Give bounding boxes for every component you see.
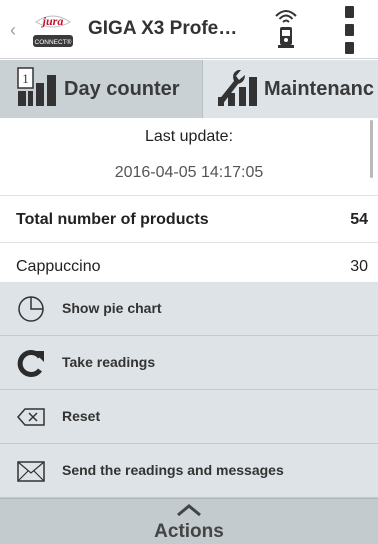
action-label: Take readings xyxy=(62,354,156,370)
actions-label: Actions xyxy=(154,521,224,542)
svg-text:CONNECT®: CONNECT® xyxy=(35,38,72,46)
wifi-device-icon[interactable] xyxy=(273,6,299,50)
wrench-chart-icon xyxy=(214,67,258,112)
app-title: GIGA X3 Profe… xyxy=(88,18,238,39)
take-readings-button[interactable]: Take readings xyxy=(0,336,378,390)
actions-panel: Show pie chart Take readings Reset Send … xyxy=(0,282,378,498)
app-header: ‹ jura CONNECT® GIGA X3 Profe… xyxy=(0,0,378,59)
counter-name: Cappuccino xyxy=(16,258,101,275)
svg-text:jura: jura xyxy=(41,14,64,28)
action-label: Reset xyxy=(62,408,101,424)
counter-row-total: Total number of products 54 xyxy=(0,195,378,243)
counter-content: Last update: 2016-04-05 14:17:05 Total n… xyxy=(0,118,378,282)
pie-chart-icon xyxy=(16,294,46,324)
reset-button[interactable]: Reset xyxy=(0,390,378,444)
jura-connect-logo: jura CONNECT® xyxy=(30,8,76,51)
envelope-icon xyxy=(16,456,46,486)
counter-value: 54 xyxy=(350,211,368,228)
refresh-icon xyxy=(16,348,46,378)
action-label: Show pie chart xyxy=(62,300,162,316)
tab-bar: 1 Day counter Maintenanc xyxy=(0,60,378,118)
tab-day-counter-label: Day counter xyxy=(64,77,180,100)
counter-name: Total number of products xyxy=(16,211,209,228)
more-vertical-icon[interactable] xyxy=(338,6,360,54)
backspace-icon xyxy=(16,402,46,432)
tab-day-counter[interactable]: 1 Day counter xyxy=(0,60,203,118)
show-pie-chart-button[interactable]: Show pie chart xyxy=(0,282,378,336)
send-readings-button[interactable]: Send the readings and messages xyxy=(0,444,378,498)
svg-text:1: 1 xyxy=(22,71,29,86)
chevron-left-icon[interactable]: ‹ xyxy=(10,20,16,41)
action-label: Send the readings and messages xyxy=(62,462,284,478)
tab-maintenance[interactable]: Maintenanc xyxy=(204,60,378,118)
tab-maintenance-label: Maintenanc xyxy=(264,77,375,100)
last-update-value: 2016-04-05 14:17:05 xyxy=(114,164,264,181)
last-update-label: Last update: xyxy=(144,128,234,145)
actions-toggle-button[interactable]: Actions xyxy=(0,498,378,544)
chevron-up-icon xyxy=(176,503,202,517)
counter-value: 30 xyxy=(350,258,368,275)
counter-icon: 1 xyxy=(16,66,58,112)
